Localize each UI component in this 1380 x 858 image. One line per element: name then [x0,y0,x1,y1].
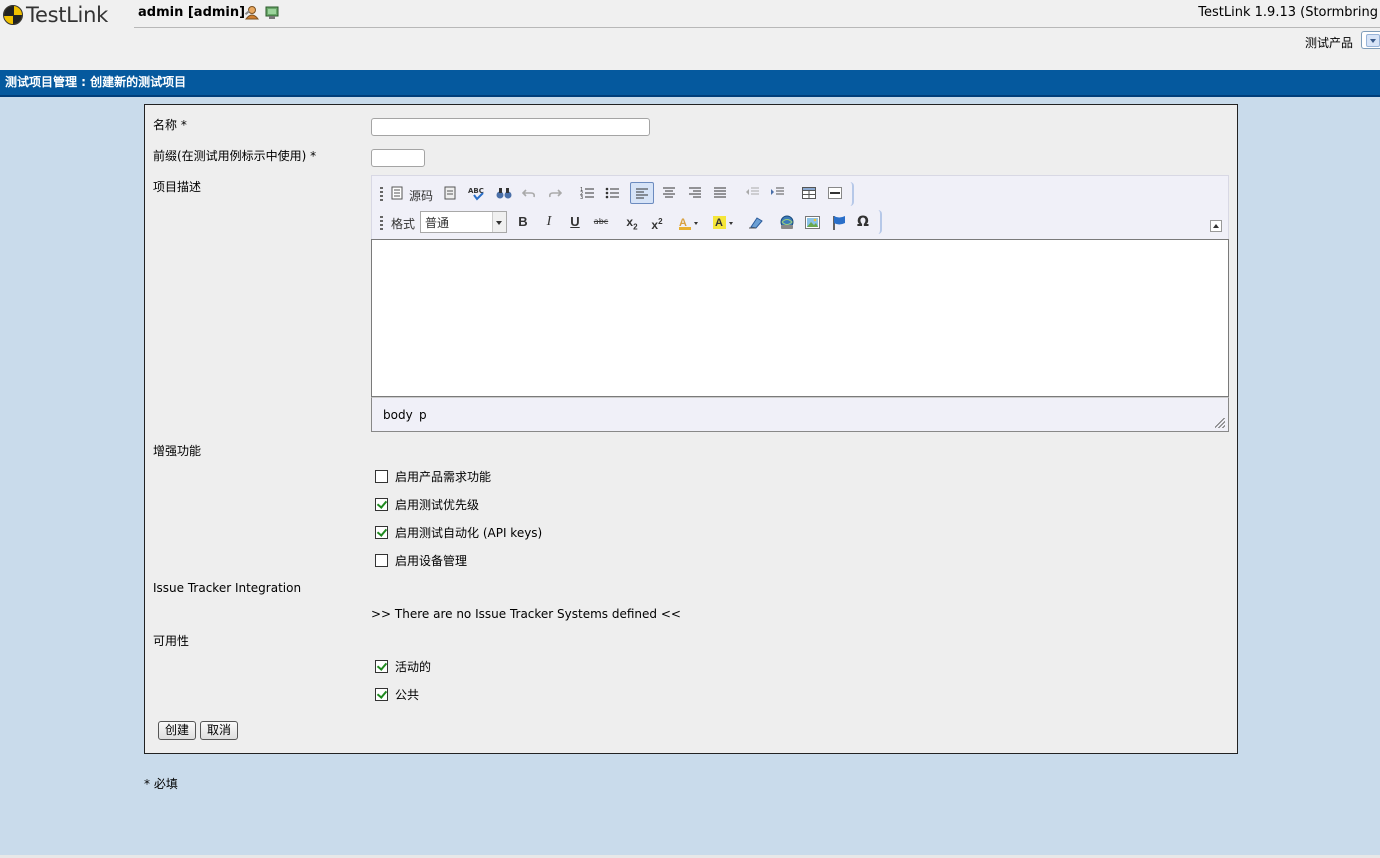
public-label: 公共 [395,688,420,702]
test-project-select[interactable] [1361,31,1380,49]
public-checkbox[interactable] [375,688,388,701]
align-right-icon[interactable] [689,187,701,198]
redo-icon[interactable] [548,187,562,199]
required-note: * 必填 [144,777,178,791]
subscript-icon[interactable]: x2 [624,214,640,231]
format-select-value: 普通 [425,216,450,230]
enhanced-features-label: 增强功能 [153,444,202,458]
user-bar: admin [admin] TestLink 1.9.13 (Stormbrin… [134,0,1380,28]
bullet-list-icon[interactable] [605,186,619,200]
create-project-form: 名称 * 前缀(在测试用例标示中使用) * 项目描述 源码 ABC 123 格式… [144,104,1238,754]
align-center-icon[interactable] [663,187,675,198]
underline-icon[interactable]: U [568,214,582,230]
name-input[interactable] [371,118,650,136]
automation-label: 启用测试自动化 (API keys) [395,526,543,540]
italic-icon[interactable]: I [542,214,556,230]
indent-icon[interactable] [771,187,784,198]
user-settings-icon[interactable] [244,5,259,20]
path-element[interactable]: p [419,408,427,422]
undo-icon[interactable] [522,187,536,199]
inventory-checkbox[interactable] [375,554,388,567]
description-label: 项目描述 [153,180,202,194]
name-label: 名称 * [153,118,187,132]
anchor-flag-icon[interactable] [832,215,846,230]
cancel-button[interactable]: 取消 [200,721,238,740]
path-element[interactable]: body [383,408,413,422]
create-button[interactable]: 创建 [158,721,196,740]
background-color-icon[interactable]: A [713,215,735,231]
horizontal-line-icon[interactable] [828,187,842,199]
top-bar: TestLink admin [admin] TestLink 1.9.13 (… [0,0,1380,70]
svg-text:A: A [715,217,723,229]
testlink-logo[interactable]: TestLink [3,3,108,27]
strikethrough-icon[interactable]: abc [592,214,610,230]
bold-icon[interactable]: B [516,214,530,230]
inventory-label: 启用设备管理 [395,554,468,568]
align-justify-icon[interactable] [714,187,726,198]
source-button[interactable]: 源码 [408,188,434,204]
format-select[interactable]: 普通 [420,211,507,233]
resize-handle-icon[interactable] [1215,418,1225,428]
logo-icon [3,5,23,25]
current-user: admin [admin] [138,5,246,20]
paste-text-icon[interactable] [444,186,456,200]
special-char-icon[interactable]: Ω [856,214,870,230]
prefix-label: 前缀(在测试用例标示中使用) * [153,149,317,163]
automation-checkbox[interactable] [375,526,388,539]
prefix-input[interactable] [371,149,425,167]
find-icon[interactable] [496,186,512,200]
issue-tracker-label: Issue Tracker Integration [153,581,302,595]
source-doc-icon [391,186,403,200]
page-title-bar: 测试项目管理 : 创建新的测试项目 [0,70,1380,97]
chevron-down-icon [1366,34,1380,47]
svg-text:3: 3 [580,195,583,200]
logo-text: TestLink [26,3,108,27]
table-icon[interactable] [802,187,816,199]
editor-element-path: body p [371,397,1229,432]
requirements-label: 启用产品需求功能 [395,470,492,484]
active-label: 活动的 [395,660,432,674]
remove-format-icon[interactable] [748,216,763,229]
availability-label: 可用性 [153,634,190,648]
requirements-checkbox[interactable] [375,470,388,483]
align-left-button[interactable] [630,182,654,204]
chevron-up-icon [1213,224,1219,228]
version-label: TestLink 1.9.13 (Stormbring [1198,5,1378,20]
chevron-down-icon [492,212,506,232]
spellcheck-icon[interactable]: ABC [468,185,486,201]
align-left-icon [636,188,648,199]
editor-toolbar: 源码 ABC 123 格式 普通 B I U abc x2 x2 A A Ω [371,175,1229,239]
collapse-toolbar-button[interactable] [1210,220,1222,232]
issue-tracker-message: >> There are no Issue Tracker Systems de… [371,607,681,621]
superscript-icon[interactable]: x2 [649,214,665,232]
priority-label: 启用测试优先级 [395,498,480,512]
outdent-icon[interactable] [746,187,759,198]
page-title: 测试项目管理 : 创建新的测试项目 [5,75,187,89]
numbered-list-icon[interactable]: 123 [580,186,594,200]
active-checkbox[interactable] [375,660,388,673]
logout-icon[interactable] [265,5,280,20]
link-icon[interactable] [779,215,795,230]
format-label: 格式 [390,217,415,231]
test-project-label: 测试产品 [1305,36,1354,50]
text-color-icon[interactable]: A [678,215,700,231]
rich-text-editor: 源码 ABC 123 格式 普通 B I U abc x2 x2 A A Ω b… [371,175,1229,432]
priority-checkbox[interactable] [375,498,388,511]
image-icon[interactable] [805,216,820,229]
editor-content-area[interactable] [371,239,1229,397]
